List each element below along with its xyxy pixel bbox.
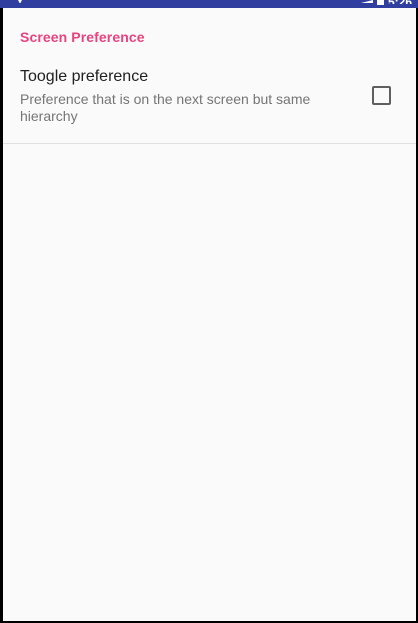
- battery-icon: [376, 0, 384, 5]
- preference-summary: Preference that is on the next screen bu…: [20, 91, 311, 124]
- signal-icon: [360, 0, 373, 3]
- preference-category-title: Screen Preference: [20, 29, 145, 45]
- status-clock: 5:26: [388, 0, 412, 4]
- wifi-icon: ▾: [18, 0, 32, 3]
- preference-checkbox[interactable]: [372, 86, 391, 105]
- preference-title: Toogle preference: [20, 68, 149, 85]
- preference-divider: [3, 143, 416, 144]
- preference-screen: ▾ 5:26 Screen Preference Toogle preferen…: [0, 0, 418, 623]
- status-bar: ▾ 5:26: [0, 0, 418, 8]
- status-icons: 5:26: [360, 0, 412, 8]
- toggle-preference-item[interactable]: Toogle preference Preference that is on …: [3, 57, 416, 143]
